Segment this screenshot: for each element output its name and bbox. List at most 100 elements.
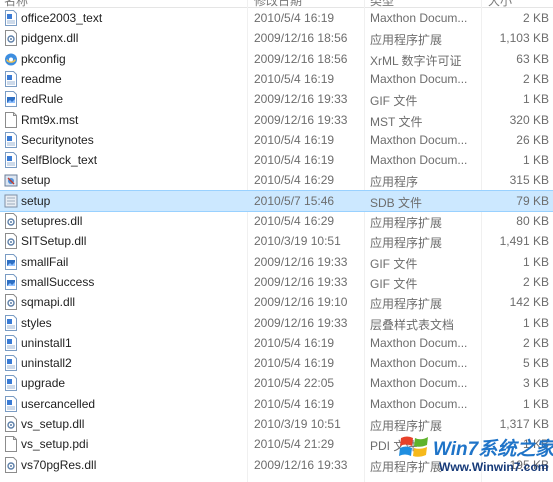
file-row[interactable]: redRule 2009/12/16 19:33 GIF 文件 1 KB — [0, 89, 553, 109]
file-type: 应用程序扩展 — [370, 236, 443, 251]
file-row[interactable]: vs_setup.pdi 2010/5/4 21:29 PDI 文件 1 KB — [0, 434, 553, 454]
file-row[interactable]: readme 2010/5/4 16:19 Maxthon Docum... 2 KB — [0, 69, 553, 89]
image-file-icon — [4, 273, 18, 290]
file-size: 5 KB — [522, 356, 549, 371]
file-size: 1 KB — [522, 254, 549, 269]
column-header-type[interactable]: 类型 — [370, 0, 394, 7]
file-date-modified: 2010/5/4 22:05 — [254, 376, 335, 391]
file-row[interactable]: usercancelled 2010/5/4 16:19 Maxthon Docum… — [0, 394, 553, 414]
file-name: vs_setup.dll — [21, 417, 85, 431]
file-row[interactable]: sqmapi.dll 2009/12/16 19:10 应用程序扩展 142 KB — [0, 292, 553, 312]
file-size: 1 KB — [522, 153, 549, 168]
setup-exe-icon — [4, 172, 18, 188]
file-type: GIF 文件 — [370, 256, 418, 271]
file-date-modified: 2009/12/16 19:33 — [254, 112, 348, 127]
file-size: 2 KB — [522, 11, 549, 25]
file-type: SDB 文件 — [370, 195, 423, 210]
file-name: uninstall2 — [21, 356, 72, 371]
file-row[interactable]: Securitynotes 2010/5/4 16:19 Maxthon Docum… — [0, 130, 553, 150]
dll-file-icon — [4, 213, 18, 229]
file-row[interactable]: smallSuccess 2009/12/16 19:33 GIF 文件 2 KB — [0, 272, 553, 292]
file-date-modified: 2009/12/16 19:33 — [254, 315, 348, 330]
file-row[interactable]: uninstall2 2010/5/4 16:19 Maxthon Docum...… — [0, 353, 553, 373]
file-size: 79 KB — [516, 193, 549, 208]
file-type: 应用程序扩展 — [370, 297, 443, 312]
column-header-name[interactable]: 名称 — [4, 0, 28, 7]
column-header-size[interactable]: 大小 — [488, 0, 512, 7]
file-name: SITSetup.dll — [21, 234, 87, 249]
file-row[interactable]: styles 2009/12/16 19:33 层叠样式表文档 1 KB — [0, 313, 553, 333]
file-date-modified: 2010/5/4 16:19 — [254, 71, 335, 86]
file-row[interactable]: setupres.dll 2010/5/4 16:29 应用程序扩展 80 KB — [0, 211, 553, 231]
file-type: PDI 文件 — [370, 439, 418, 454]
file-date-modified: 2010/5/4 16:19 — [254, 396, 335, 411]
file-row[interactable]: SelfBlock_text 2010/5/4 16:19 Maxthon Docu… — [0, 150, 553, 170]
file-date-modified: 2009/12/16 19:33 — [254, 457, 348, 472]
file-name: pkconfig — [21, 51, 66, 66]
file-name: setup — [21, 193, 51, 208]
file-row[interactable]: smallFail 2009/12/16 19:33 GIF 文件 1 KB — [0, 252, 553, 272]
file-date-modified: 2010/5/7 15:46 — [254, 193, 335, 208]
file-row[interactable]: upgrade 2010/5/4 22:05 Maxthon Docum... 3 K… — [0, 373, 553, 393]
file-name: readme — [21, 71, 62, 86]
file-date-modified: 2009/12/16 19:33 — [254, 274, 348, 289]
file-size: 1 KB — [522, 315, 549, 330]
blank-file-icon — [4, 111, 18, 128]
file-size: 315 KB — [509, 173, 549, 188]
file-size: 320 KB — [509, 112, 549, 127]
dll-file-icon — [4, 416, 18, 432]
file-type: Maxthon Docum... — [370, 356, 468, 371]
file-row[interactable]: vs70pgRes.dll 2009/12/16 19:33 应用程序扩展 195 K… — [0, 455, 553, 475]
file-size: 195 KB — [509, 457, 549, 472]
document-icon — [4, 314, 18, 331]
file-type: Maxthon Docum... — [370, 396, 468, 411]
file-date-modified: 2010/5/4 16:29 — [254, 214, 335, 228]
document-icon — [4, 70, 18, 87]
file-row[interactable]: pkconfig 2009/12/16 18:56 XrML 数字许可证 63 KB — [0, 49, 553, 69]
file-name: Rmt9x.mst — [21, 112, 79, 127]
column-header-bar[interactable]: 名称 修改日期 类型 大小 — [0, 0, 553, 8]
file-size: 1 KB — [522, 396, 549, 411]
file-name: upgrade — [21, 376, 66, 391]
file-date-modified: 2010/3/19 10:51 — [254, 234, 341, 249]
file-date-modified: 2009/12/16 19:33 — [254, 254, 348, 269]
file-name: pidgenx.dll — [21, 31, 79, 46]
image-file-icon — [4, 253, 18, 270]
file-type: 应用程序扩展 — [370, 419, 443, 433]
file-date-modified: 2010/5/4 16:19 — [254, 335, 335, 350]
document-icon — [4, 375, 18, 392]
file-type: 应用程序扩展 — [370, 33, 443, 48]
file-row[interactable]: uninstall1 2010/5/4 16:19 Maxthon Docum...… — [0, 333, 553, 353]
file-size: 2 KB — [522, 335, 549, 350]
file-date-modified: 2010/5/4 16:29 — [254, 173, 335, 188]
file-row[interactable]: vs_setup.dll 2010/3/19 10:51 应用程序扩展 1,317 K… — [0, 414, 553, 434]
file-row[interactable]: setup 2010/5/4 16:29 应用程序 315 KB — [0, 170, 553, 190]
file-size: 1,317 KB — [499, 417, 549, 431]
column-header-date[interactable]: 修改日期 — [254, 0, 302, 7]
file-size: 142 KB — [509, 295, 549, 310]
file-name: sqmapi.dll — [21, 295, 76, 310]
file-size: 80 KB — [516, 214, 549, 228]
file-date-modified: 2010/5/4 16:19 — [254, 11, 335, 25]
document-icon — [4, 355, 18, 372]
file-date-modified: 2010/3/19 10:51 — [254, 417, 341, 431]
file-type: Maxthon Docum... — [370, 11, 468, 25]
file-row[interactable]: office2003_text 2010/5/4 16:19 Maxthon Doc… — [0, 8, 553, 28]
document-icon — [4, 152, 18, 169]
sdb-file-icon — [4, 193, 18, 209]
file-row[interactable]: Rmt9x.mst 2009/12/16 19:33 MST 文件 320 KB — [0, 110, 553, 130]
file-type: Maxthon Docum... — [370, 376, 468, 391]
file-type: 应用程序 — [370, 175, 419, 190]
file-type: Maxthon Docum... — [370, 71, 468, 86]
document-icon — [4, 131, 18, 148]
file-size: 2 KB — [522, 71, 549, 86]
blank-file-icon — [4, 436, 18, 453]
file-row[interactable]: SITSetup.dll 2010/3/19 10:51 应用程序扩展 1,491 K… — [0, 231, 553, 251]
file-type: 应用程序扩展 — [370, 216, 443, 230]
file-type: 应用程序扩展 — [370, 459, 443, 474]
file-type: Maxthon Docum... — [370, 132, 468, 147]
file-name: smallSuccess — [21, 274, 95, 289]
file-row[interactable]: setup 2010/5/7 15:46 SDB 文件 79 KB — [0, 189, 553, 212]
file-row[interactable]: pidgenx.dll 2009/12/16 18:56 应用程序扩展 1,103 K… — [0, 28, 553, 48]
file-type: XrML 数字许可证 — [370, 53, 462, 68]
